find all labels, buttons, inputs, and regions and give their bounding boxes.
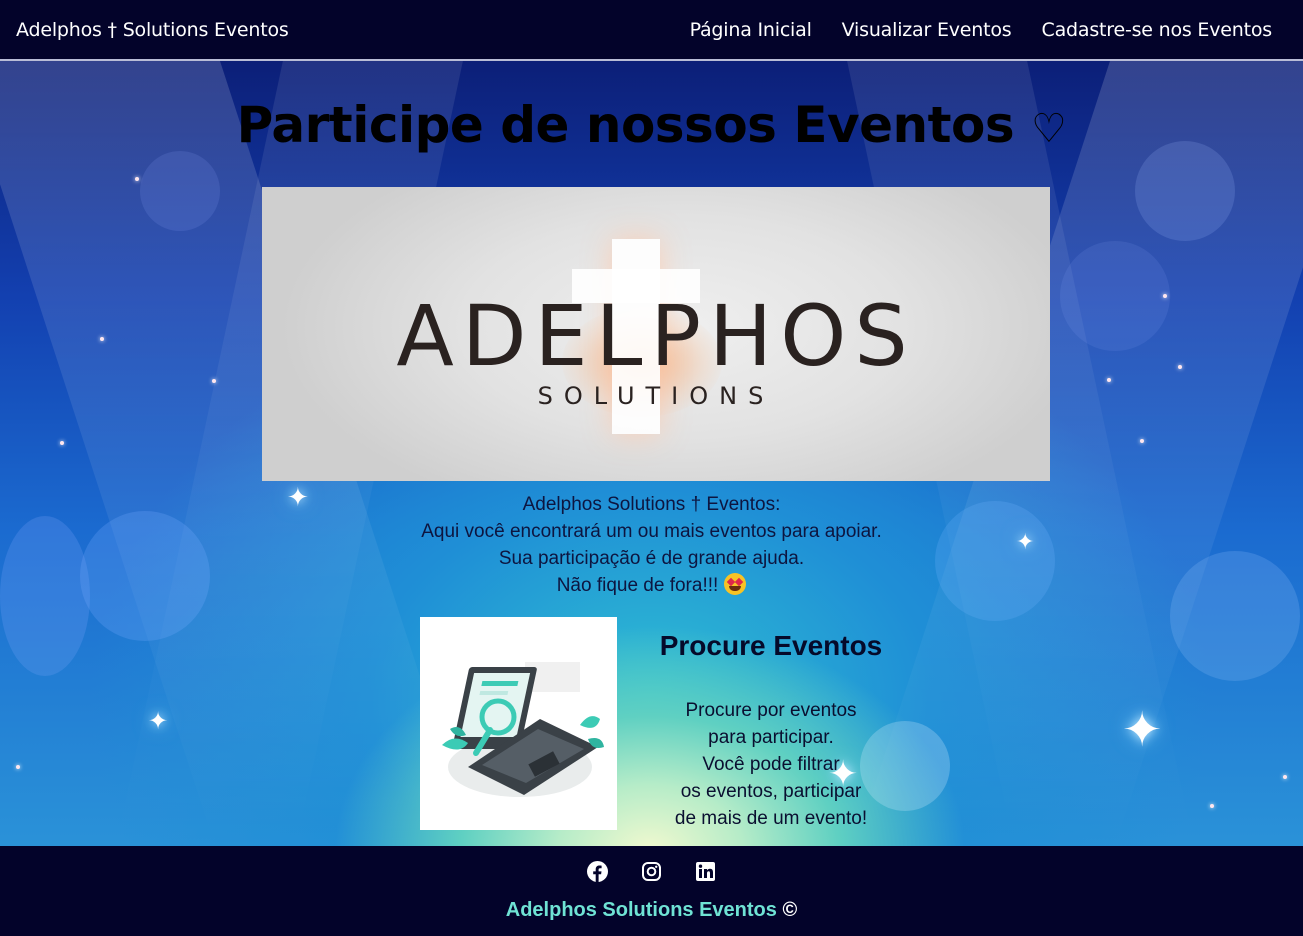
logo-subtitle: SOLUTIONS bbox=[537, 382, 775, 410]
nav-link-register-events[interactable]: Cadastre-se nos Eventos bbox=[1042, 19, 1273, 41]
page-title-text: Participe de nossos Eventos bbox=[236, 96, 1015, 154]
navbar: Adelphos † Solutions Eventos Página Inic… bbox=[0, 0, 1303, 61]
card-text-line: de mais de um evento! bbox=[674, 808, 868, 829]
nav-link-view-events[interactable]: Visualizar Eventos bbox=[842, 19, 1012, 41]
card-text-line: Você pode filtrar bbox=[702, 754, 840, 775]
adelphos-banner-image: ADELPHOS SOLUTIONS bbox=[262, 187, 1050, 481]
copyright-symbol: © bbox=[782, 899, 798, 921]
card-title: Procure Eventos bbox=[659, 630, 883, 661]
laptop-search-icon bbox=[442, 662, 604, 797]
card-text-line: Procure por eventos bbox=[685, 700, 857, 721]
heart-icon: ♡ bbox=[1031, 106, 1067, 152]
card-text-line: os eventos, participar bbox=[680, 781, 862, 802]
card-text-line: para participar. bbox=[708, 727, 834, 748]
brand-link[interactable]: Adelphos † Solutions Eventos bbox=[16, 19, 289, 41]
intro-line: Não fique de fora!!! bbox=[556, 575, 719, 596]
intro-text: Adelphos Solutions † Eventos: Aqui você … bbox=[0, 491, 1303, 599]
search-illustration-image bbox=[420, 617, 617, 830]
facebook-icon[interactable] bbox=[587, 861, 608, 882]
social-links bbox=[0, 861, 1303, 882]
intro-line-last: Não fique de fora!!! bbox=[0, 572, 1303, 599]
footer: Adelphos Solutions Eventos © bbox=[0, 846, 1303, 936]
linkedin-icon[interactable] bbox=[695, 861, 716, 882]
logo-wordmark: ADELPHOS bbox=[396, 287, 916, 385]
nav-links: Página Inicial Visualizar Eventos Cadast… bbox=[690, 19, 1287, 41]
intro-line: Adelphos Solutions † Eventos: bbox=[522, 494, 781, 515]
instagram-icon[interactable] bbox=[641, 861, 662, 882]
star-struck-emoji-icon bbox=[724, 573, 747, 595]
footer-brand-text: Adelphos Solutions Eventos bbox=[505, 899, 777, 921]
page-title: Participe de nossos Eventos ♡ bbox=[0, 96, 1303, 154]
intro-line: Sua participação é de grande ajuda. bbox=[498, 548, 805, 569]
nav-link-home[interactable]: Página Inicial bbox=[690, 19, 812, 41]
footer-copyright: Adelphos Solutions Eventos © bbox=[0, 899, 1303, 922]
intro-line: Aqui você encontrará um ou mais eventos … bbox=[421, 521, 882, 542]
card-text: Procure por eventos para participar. Voc… bbox=[640, 697, 902, 832]
